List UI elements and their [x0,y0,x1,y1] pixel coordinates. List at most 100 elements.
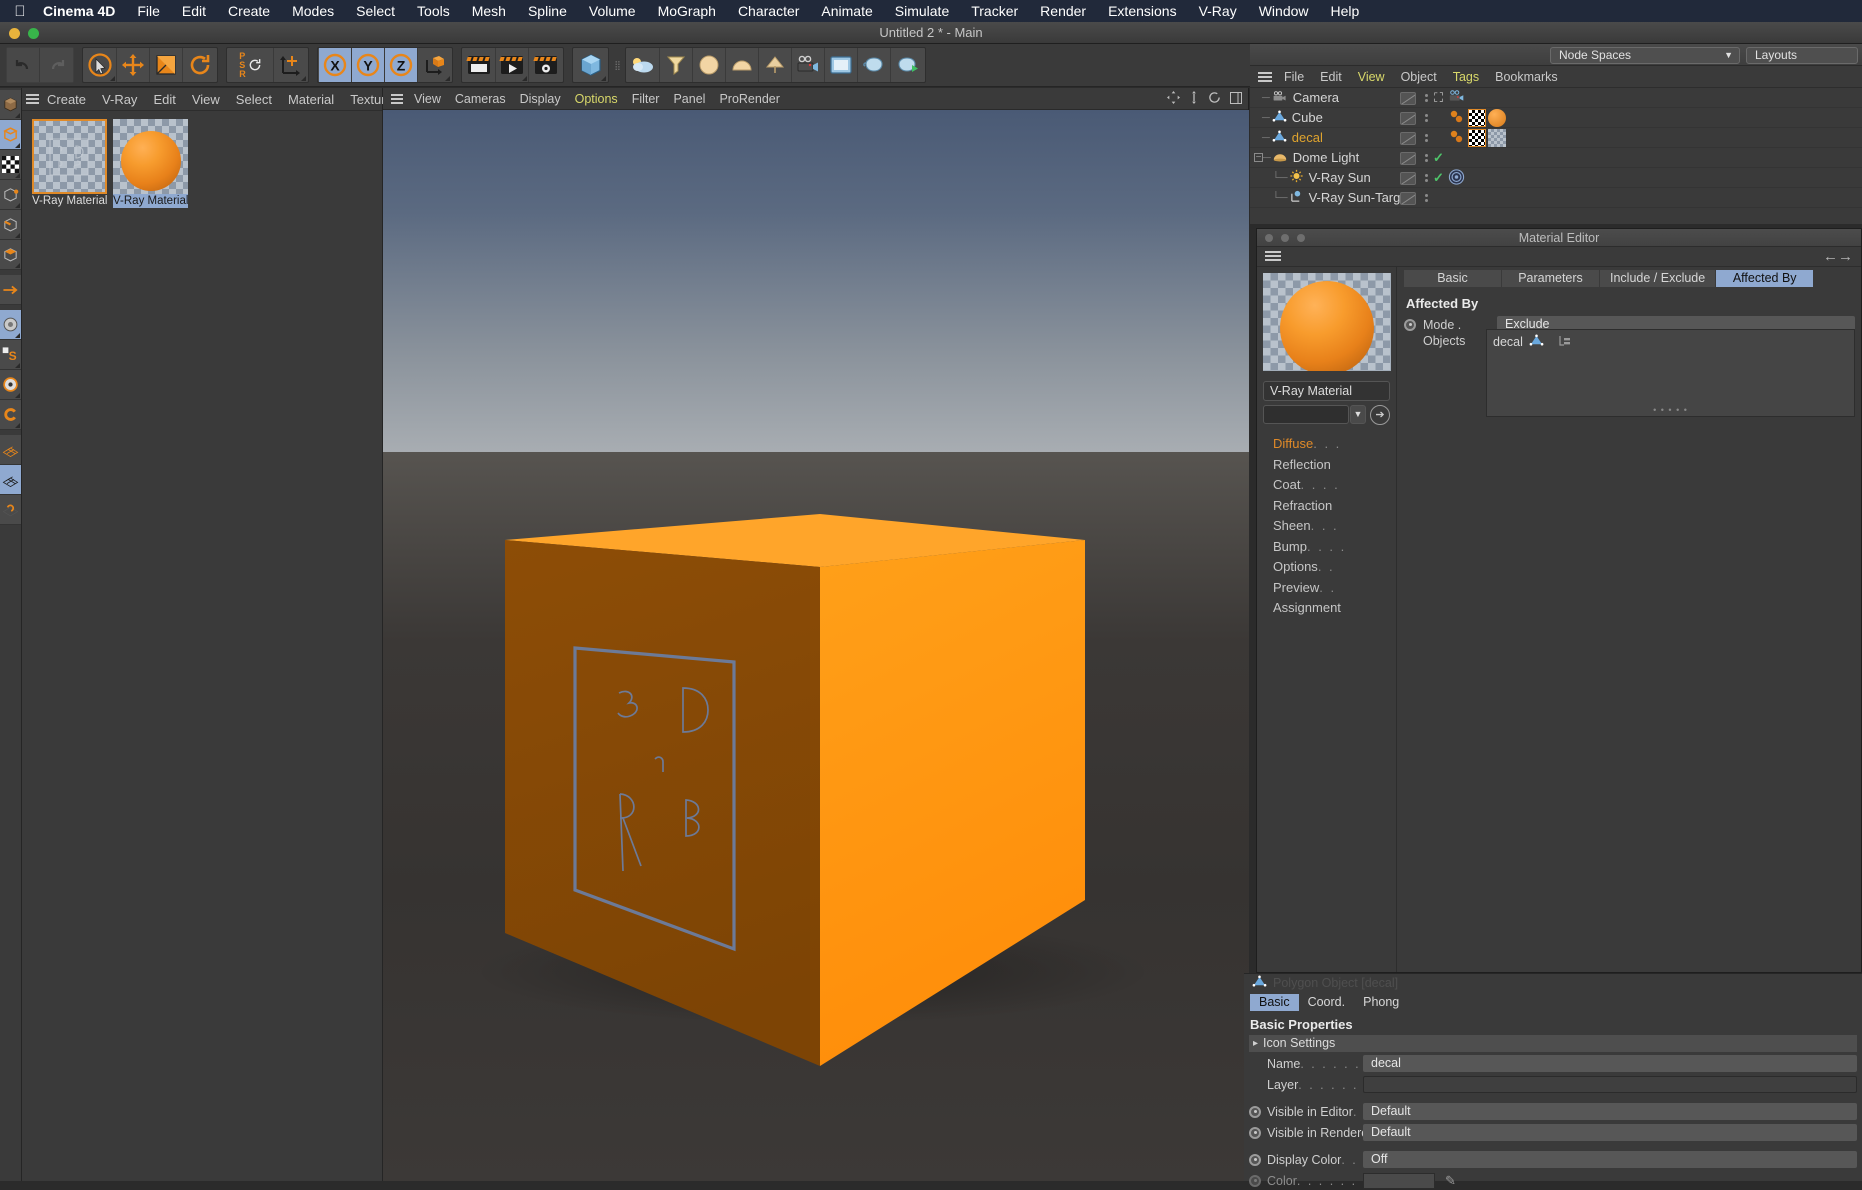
menu-item-window[interactable]: Window [1248,0,1320,22]
undo-button[interactable] [7,48,40,82]
tab-parameters[interactable]: Parameters [1502,270,1600,287]
maximize-button[interactable] [1297,234,1305,242]
menu-item-edit[interactable]: Edit [171,0,217,22]
teapot-play-icon[interactable] [891,48,924,82]
name-field[interactable]: decal [1363,1055,1857,1072]
rotate-icon[interactable] [183,48,216,82]
model-mode-icon[interactable] [0,90,21,120]
matmenu-material[interactable]: Material [280,88,342,111]
rotate-view-icon[interactable] [1208,91,1221,107]
matmenu-vray[interactable]: V-Ray [94,88,145,111]
layout-view-icon[interactable] [1230,91,1242,107]
list-item[interactable]: decal [1487,330,1854,350]
target-tag[interactable] [1448,169,1466,187]
menu-item-mesh[interactable]: Mesh [461,0,517,22]
point-mode-icon[interactable] [0,180,21,210]
menu-item-render[interactable]: Render [1029,0,1097,22]
node-spaces-dropdown[interactable]: Node Spaces ▼ [1550,47,1740,64]
menu-item-volume[interactable]: Volume [578,0,647,22]
search-input[interactable] [1263,405,1349,424]
polygon-mode-icon[interactable] [0,240,21,270]
cube-primitive-icon[interactable] [574,48,607,82]
visibility-checkbox[interactable] [1400,91,1416,105]
grid-dark-icon[interactable] [0,465,21,495]
objmenu-object[interactable]: Object [1393,66,1445,88]
render-view-icon[interactable] [463,48,496,82]
checker-tag[interactable] [1468,109,1486,127]
teapot-icon[interactable] [858,48,891,82]
world-axis-icon[interactable] [274,48,307,82]
close-button[interactable] [1265,234,1273,242]
objmenu-view[interactable]: View [1350,66,1393,88]
material-thumbnail[interactable] [32,119,107,194]
display-icon[interactable] [825,48,858,82]
material-preview[interactable] [1263,273,1391,371]
menu-item-tracker[interactable]: Tracker [960,0,1029,22]
matmenu-view[interactable]: View [184,88,228,111]
viewmenu-panel[interactable]: Panel [666,88,712,110]
visible-renderer-radio[interactable] [1249,1126,1261,1139]
menu-item-character[interactable]: Character [727,0,810,22]
channel-coat[interactable]: Coat. . . . [1273,475,1396,496]
object-row-cube[interactable]: ─ Cube [1250,108,1862,128]
objmenu-file[interactable]: File [1276,66,1312,88]
redo-button[interactable] [40,48,73,82]
select-cursor-icon[interactable] [84,48,117,82]
channel-refraction[interactable]: Refraction [1273,496,1396,517]
expand-toggle-icon[interactable]: − [1254,153,1263,163]
tab-affected-by[interactable]: Affected By [1716,270,1815,287]
enable-dots-icon[interactable] [1421,154,1431,162]
menu-item-tools[interactable]: Tools [406,0,461,22]
menu-item-help[interactable]: Help [1320,0,1371,22]
display-color-radio[interactable] [1249,1153,1261,1166]
layer-field[interactable] [1363,1076,1857,1093]
channel-sheen[interactable]: Sheen. . . [1273,516,1396,537]
minimize-button[interactable] [1281,234,1289,242]
channel-assignment[interactable]: Assignment [1273,598,1396,619]
object-row-vray-sun-target[interactable]: └─ V-Ray Sun-Target [1250,188,1862,208]
icon-settings-section[interactable]: Icon Settings [1249,1035,1857,1052]
material-thumbnail[interactable] [113,119,188,194]
menu-item-mograph[interactable]: MoGraph [647,0,727,22]
zoom-icon[interactable] [1189,91,1199,107]
apple-icon[interactable]:  [8,3,32,20]
viewport-3d[interactable] [383,110,1249,1181]
viewmenu-view[interactable]: View [407,88,448,110]
nav-arrows[interactable]: ←→ [1823,248,1853,265]
display-color-select[interactable]: Off [1363,1151,1857,1168]
menu-item-extensions[interactable]: Extensions [1097,0,1187,22]
tab-basic[interactable]: Basic [1404,270,1502,287]
enabled-check-icon[interactable]: ✓ [1433,170,1444,186]
grid-icon[interactable] [0,435,21,465]
psr-icon[interactable]: PSR [228,48,274,82]
objmenu-bookmarks[interactable]: Bookmarks [1487,66,1566,88]
menu-item-simulate[interactable]: Simulate [884,0,960,22]
coordinate-system-icon[interactable] [418,48,451,82]
menu-item-select[interactable]: Select [345,0,406,22]
workplane-icon[interactable] [0,400,21,430]
quantize-icon[interactable] [0,370,21,400]
camera-object-icon[interactable] [792,48,825,82]
environment-icon[interactable] [693,48,726,82]
channel-bump[interactable]: Bump. . . . [1273,537,1396,558]
menu-item-spline[interactable]: Spline [517,0,578,22]
menu-item-modes[interactable]: Modes [281,0,345,22]
visibility-checkbox[interactable] [1400,191,1416,205]
viewmenu-options[interactable]: Options [568,88,625,110]
enable-dots-icon[interactable] [1421,134,1431,142]
edge-mode-icon[interactable] [0,210,21,240]
channel-preview[interactable]: Preview. . [1273,578,1396,599]
camera-tag[interactable] [1448,89,1466,107]
chevron-down-icon[interactable]: ▼ [1350,405,1366,424]
orange-material-tag[interactable] [1488,109,1506,127]
floor-object-icon[interactable] [726,48,759,82]
arrow-right-icon[interactable] [0,275,21,305]
checker-tag[interactable] [1468,129,1486,147]
menu-item-file[interactable]: File [126,0,171,22]
enable-dots-icon[interactable] [1421,114,1431,122]
menu-item-cinema4d[interactable]: Cinema 4D [32,0,126,22]
visibility-checkbox[interactable] [1400,171,1416,185]
object-row-vray-sun[interactable]: └─ V-Ray Sun ✓ [1250,168,1862,188]
channel-reflection[interactable]: Reflection [1273,455,1396,476]
tab-phong[interactable]: Phong [1354,994,1408,1011]
